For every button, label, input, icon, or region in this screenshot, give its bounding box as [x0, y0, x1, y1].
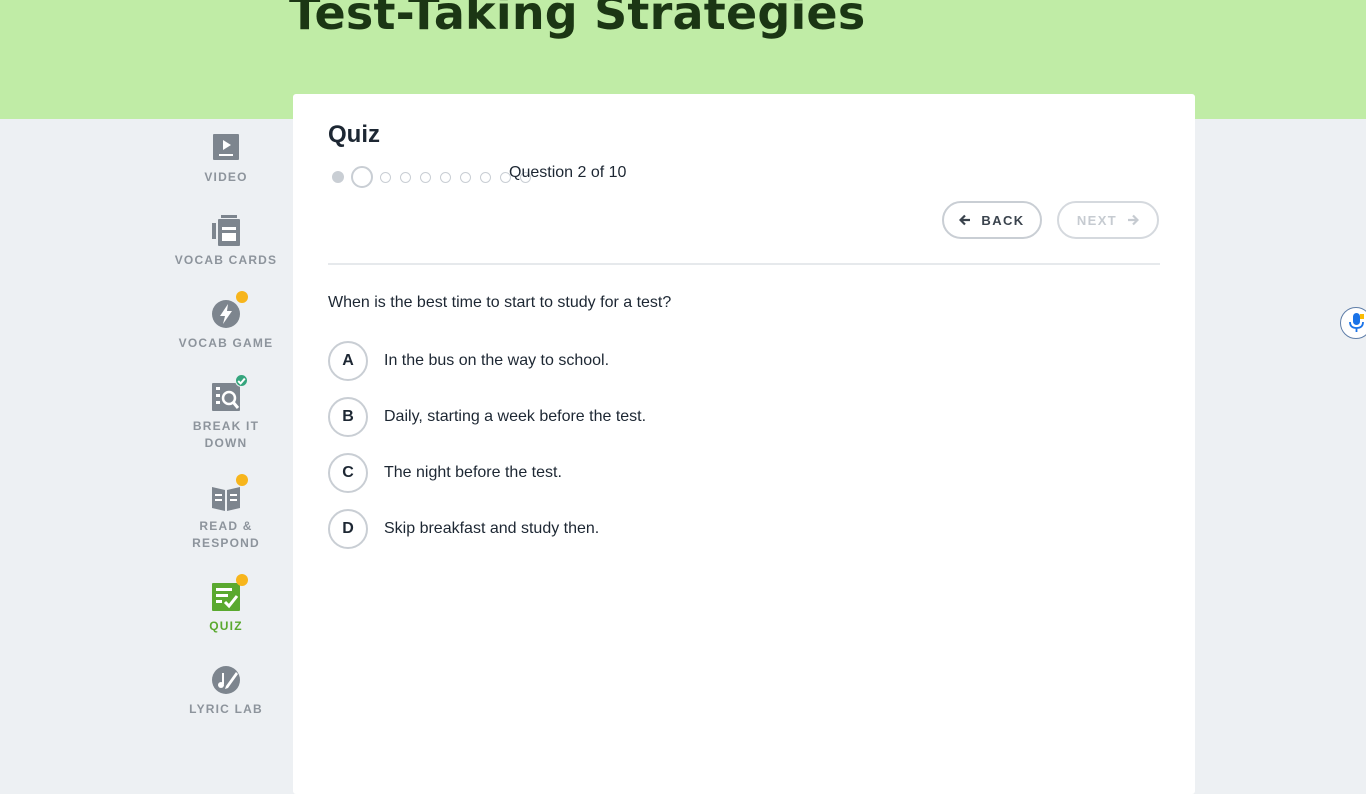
answer-option-b[interactable]: B Daily, starting a week before the test…: [328, 397, 646, 437]
sidebar-item-label: BREAK IT DOWN: [192, 419, 260, 450]
sidebar-item-break-it-down[interactable]: BREAK IT DOWN: [166, 374, 286, 452]
back-button[interactable]: BACK: [942, 201, 1042, 239]
sidebar-item-label: VIDEO: [204, 170, 248, 184]
option-text: In the bus on the way to school.: [384, 352, 610, 369]
sidebar-item-lyric-lab[interactable]: LYRIC LAB: [166, 664, 286, 718]
sidebar-item-label: VOCAB GAME: [178, 336, 274, 350]
incomplete-badge: [236, 574, 248, 586]
next-button[interactable]: NEXT: [1057, 201, 1159, 239]
sidebar-item-label: READ & RESPOND: [192, 519, 260, 550]
option-text: Daily, starting a week before the test.: [384, 408, 647, 425]
sidebar-item-label: VOCAB CARDS: [174, 253, 278, 267]
next-label: NEXT: [1076, 212, 1118, 228]
progress-dot[interactable]: [440, 172, 451, 183]
quiz-title: Quiz: [328, 121, 380, 148]
progress-dot[interactable]: [420, 172, 431, 183]
magnifier-icon: [210, 374, 248, 413]
book-icon: [210, 474, 248, 513]
answer-option-a[interactable]: A In the bus on the way to school.: [328, 341, 609, 381]
vocab-cards-icon: [210, 215, 242, 247]
option-text: Skip breakfast and study then.: [384, 520, 600, 537]
microphone-icon: [1349, 313, 1364, 332]
sidebar-item-vocab-cards[interactable]: VOCAB CARDS: [166, 215, 286, 269]
arrow-left-icon: [959, 214, 971, 226]
progress-dot-answered[interactable]: [332, 171, 344, 183]
progress-dot[interactable]: [380, 172, 391, 183]
incomplete-badge: [236, 474, 248, 486]
answer-option-c[interactable]: C The night before the test.: [328, 453, 562, 493]
sidebar-item-label: LYRIC LAB: [189, 702, 263, 716]
incomplete-badge: [236, 291, 248, 303]
sidebar-item-video[interactable]: VIDEO: [166, 132, 286, 186]
pencil-icon: [210, 664, 242, 696]
back-label: BACK: [981, 212, 1025, 228]
complete-check-icon: [235, 374, 248, 387]
progress-dot[interactable]: [460, 172, 471, 183]
voice-input-button[interactable]: [1340, 307, 1366, 339]
option-letter: D: [328, 509, 368, 549]
lesson-title: Test-Taking Strategies: [289, 0, 866, 40]
sidebar-item-read-respond[interactable]: READ & RESPOND: [166, 474, 286, 552]
option-letter: C: [328, 453, 368, 493]
sidebar-item-quiz[interactable]: QUIZ: [166, 574, 286, 635]
checklist-icon: [210, 574, 248, 613]
quiz-card: Quiz Question 2 of 10 BACK NEXT When is …: [293, 94, 1195, 794]
option-letter: A: [328, 341, 368, 381]
question-text: When is the best time to start to study …: [328, 294, 672, 311]
divider: [328, 263, 1160, 265]
sidebar-item-vocab-game[interactable]: VOCAB GAME: [166, 291, 286, 352]
arrow-right-icon: [1128, 214, 1140, 226]
option-letter: B: [328, 397, 368, 437]
sidebar-item-label: QUIZ: [209, 619, 243, 633]
progress-dot[interactable]: [480, 172, 491, 183]
progress-text: Question 2 of 10: [509, 164, 627, 181]
progress-dot[interactable]: [400, 172, 411, 183]
progress-dot-current[interactable]: [351, 166, 373, 188]
lightning-icon: [210, 291, 248, 330]
video-icon: [210, 132, 242, 164]
option-text: The night before the test.: [384, 464, 562, 481]
answer-option-d[interactable]: D Skip breakfast and study then.: [328, 509, 599, 549]
